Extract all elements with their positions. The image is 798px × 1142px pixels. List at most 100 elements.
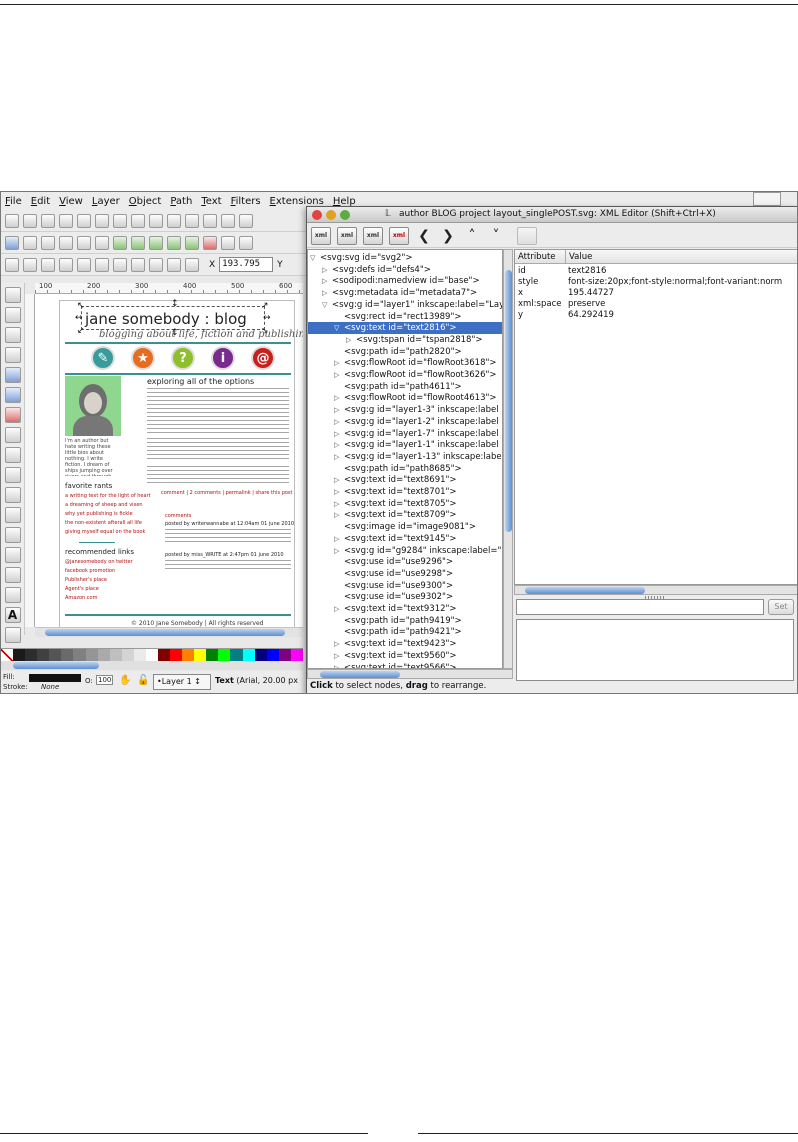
collapsed-triangle-icon[interactable]: ▷ xyxy=(334,638,344,650)
attribute-row[interactable]: xml:space preserve xyxy=(515,299,797,310)
scale-handle-icon[interactable]: ↗ xyxy=(261,302,269,311)
recommended-link[interactable]: facebook promotion xyxy=(65,567,133,576)
collapsed-triangle-icon[interactable]: ▷ xyxy=(334,486,344,498)
collapsed-triangle-icon[interactable]: ▷ xyxy=(334,509,344,521)
snap-page-icon[interactable] xyxy=(221,235,235,250)
spiral-tool-icon[interactable] xyxy=(4,447,21,463)
collapsed-triangle-icon[interactable]: ▷ xyxy=(322,264,332,276)
xml-tree-node[interactable]: <svg:use id="use9298"> xyxy=(308,568,502,580)
menu-help[interactable]: Help xyxy=(333,196,356,207)
xml-tree-node[interactable]: ▷ <svg:tspan id="tspan2818"> xyxy=(308,334,502,346)
menu-path[interactable]: Path xyxy=(170,196,192,207)
export-icon[interactable] xyxy=(95,213,109,228)
lock-icon[interactable]: 🔓 xyxy=(137,675,149,686)
rant-link[interactable]: giving myself equal on the book xyxy=(65,528,151,537)
xml-tree-node[interactable]: ▷ <svg:text id="text8709"> xyxy=(308,509,502,521)
collapsed-triangle-icon[interactable]: ▷ xyxy=(334,392,344,404)
duplicate-node-icon[interactable]: xml xyxy=(363,226,383,245)
recommended-link[interactable]: Agent's place xyxy=(65,585,133,594)
post-link[interactable]: 2 comments xyxy=(190,490,221,496)
select-all-layers-icon[interactable] xyxy=(23,257,37,272)
print-icon[interactable] xyxy=(59,213,73,228)
delete-node-icon[interactable]: xml xyxy=(389,226,409,245)
xml-tree-node[interactable]: <svg:use id="use9302"> xyxy=(308,591,502,603)
post-link[interactable]: permalink xyxy=(226,490,251,496)
snap-grid-icon[interactable] xyxy=(239,235,253,250)
snap-toggle-icon[interactable] xyxy=(5,235,19,250)
blog-title-text[interactable]: jane somebody : blog xyxy=(85,310,247,328)
undo-icon[interactable] xyxy=(113,213,127,228)
collapsed-triangle-icon[interactable]: ▷ xyxy=(322,287,332,299)
copy-icon[interactable] xyxy=(149,213,163,228)
attributes-horizontal-scrollbar[interactable] xyxy=(514,585,797,595)
snap-bbox-icon[interactable] xyxy=(23,235,37,250)
pencil-tool-icon[interactable] xyxy=(4,467,21,483)
tree-horizontal-scrollbar[interactable] xyxy=(307,669,513,679)
text-tool-icon[interactable]: A xyxy=(4,607,21,623)
xml-tree-node[interactable]: ▷ <sodipodi:namedview id="base"> xyxy=(308,275,502,287)
menu-text[interactable]: Text xyxy=(201,196,221,207)
xml-tree-node[interactable]: ▷ <svg:g id="g9284" inkscape:label=" xyxy=(308,545,502,557)
eraser-tool-icon[interactable] xyxy=(4,527,21,543)
collapsed-triangle-icon[interactable]: ▷ xyxy=(334,439,344,451)
rotate-ccw-icon[interactable] xyxy=(59,257,73,272)
tree-vertical-scrollbar[interactable] xyxy=(503,249,513,669)
xml-tree-node[interactable]: ▷ <svg:g id="layer1-13" inkscape:labe xyxy=(308,451,502,463)
redo-icon[interactable] xyxy=(131,213,145,228)
tweak-tool-icon[interactable] xyxy=(4,327,21,343)
xml-tree-node[interactable]: ▷ <svg:text id="text9560"> xyxy=(308,650,502,662)
collapsed-triangle-icon[interactable]: ▷ xyxy=(334,451,344,463)
xml-tree-node[interactable]: ▷ <svg:text id="text8701"> xyxy=(308,486,502,498)
menu-view[interactable]: View xyxy=(59,196,83,207)
attribute-row[interactable]: id text2816 xyxy=(515,266,797,277)
xml-tree-node[interactable]: ▷ <svg:defs id="defs4"> xyxy=(308,264,502,276)
collapsed-triangle-icon[interactable]: ▷ xyxy=(334,533,344,545)
pen-tool-icon[interactable] xyxy=(4,487,21,503)
drawing-canvas[interactable]: ↖ ↕ ↗ ↔ ↔ ↙ ↕ ↘ jane somebody : blog blo… xyxy=(35,294,303,627)
zoom-in-icon[interactable] xyxy=(203,213,217,228)
recommended-link[interactable]: @janesomebody on twitter xyxy=(65,558,133,567)
star-tool-icon[interactable] xyxy=(4,427,21,443)
xml-tree-node[interactable]: ▷ <svg:text id="text9145"> xyxy=(308,533,502,545)
post-link[interactable]: comment xyxy=(161,490,185,496)
xml-tree-node[interactable]: <svg:path id="path9419"> xyxy=(308,615,502,627)
xml-tree-node[interactable]: ▷ <svg:text id="text9566"> xyxy=(308,662,502,669)
unindent-node-icon[interactable]: ❮ xyxy=(415,228,433,244)
attribute-name-input[interactable] xyxy=(516,599,764,615)
stroke-value[interactable]: None xyxy=(41,683,59,691)
attribute-value-textarea[interactable] xyxy=(516,619,794,681)
flip-horizontal-icon[interactable] xyxy=(95,257,109,272)
xml-tree-node[interactable]: ▷ <svg:flowRoot id="flowRoot3626"> xyxy=(308,369,502,381)
dropper-tool-icon[interactable] xyxy=(4,587,21,603)
xml-tree-node[interactable]: <svg:path id="path4611"> xyxy=(308,381,502,393)
xml-tree-node[interactable]: ▷ <svg:metadata id="metadata7"> xyxy=(308,287,502,299)
xml-tree-node[interactable]: <svg:rect id="rect13989"> xyxy=(308,311,502,323)
expanded-triangle-icon[interactable]: ▽ xyxy=(334,322,344,334)
raise-node-icon[interactable]: ˄ xyxy=(463,228,481,244)
lower-node-icon[interactable]: ˅ xyxy=(487,228,505,244)
ellipse-tool-icon[interactable] xyxy=(4,407,21,423)
question-icon[interactable]: ? xyxy=(171,346,195,370)
xml-tree-node[interactable]: ▷ <svg:g id="layer1-1" inkscape:label xyxy=(308,439,502,451)
selector-tool-icon[interactable] xyxy=(4,287,21,303)
snap-path-icon[interactable] xyxy=(131,235,145,250)
attribute-row[interactable]: style font-size:20px;font-style:normal;fo… xyxy=(515,277,797,288)
collapsed-triangle-icon[interactable]: ▷ xyxy=(334,474,344,486)
collapsed-triangle-icon[interactable]: ▷ xyxy=(334,369,344,381)
palette-scrollbar[interactable] xyxy=(1,661,303,670)
import-icon[interactable] xyxy=(77,213,91,228)
new-doc-icon[interactable] xyxy=(5,213,19,228)
fill-swatch[interactable] xyxy=(29,674,81,682)
menu-filters[interactable]: Filters xyxy=(231,196,261,207)
scale-handle-icon[interactable]: ↖ xyxy=(77,302,85,311)
snap-nodes-icon[interactable] xyxy=(113,235,127,250)
expanded-triangle-icon[interactable]: ▽ xyxy=(322,299,332,311)
menu-layer[interactable]: Layer xyxy=(92,196,120,207)
snap-smooth-icon[interactable] xyxy=(167,235,181,250)
node-tool-icon[interactable] xyxy=(4,307,21,323)
set-attribute-button[interactable]: Set xyxy=(768,599,794,615)
save-icon[interactable] xyxy=(41,213,55,228)
menu-edit[interactable]: Edit xyxy=(31,196,50,207)
new-element-node-icon[interactable]: xml xyxy=(311,226,331,245)
attribute-row[interactable]: y 64.292419 xyxy=(515,310,797,321)
